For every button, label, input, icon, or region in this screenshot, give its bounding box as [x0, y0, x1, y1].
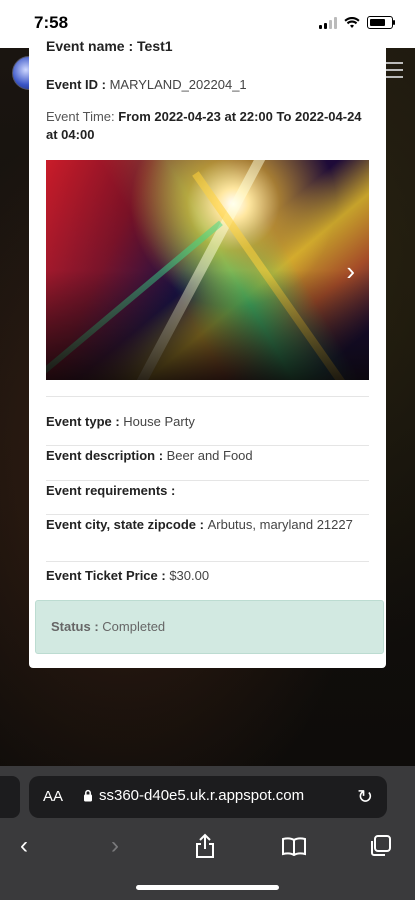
event-time-row: Event Time: From 2022-04-23 at 22:00 To … [46, 108, 366, 144]
event-price-value: $30.00 [169, 568, 210, 583]
event-location-value: Arbutus, maryland 21227 [207, 517, 353, 532]
wifi-icon [344, 16, 360, 28]
bookmarks-icon[interactable] [281, 836, 307, 856]
status-alert: Status : Completed [35, 600, 384, 654]
share-icon[interactable] [194, 833, 216, 859]
status-text: Status : Completed [51, 619, 165, 634]
url-text[interactable]: ss360-d40e5.uk.r.appspot.com [99, 787, 304, 804]
text-size-button[interactable]: AA [43, 788, 63, 805]
menu-icon[interactable] [383, 62, 403, 83]
divider [46, 396, 369, 397]
event-location-label: Event city, state zipcode : [46, 517, 208, 532]
event-name: Event name : Test1 [46, 38, 173, 54]
address-bar[interactable]: AA ss360-d40e5.uk.r.appspot.com ↻ [29, 776, 387, 818]
forward-icon[interactable]: › [111, 832, 119, 860]
signal-icon [319, 16, 337, 29]
home-indicator [136, 885, 279, 890]
event-price-row: Event Ticket Price : $30.00 [46, 567, 369, 584]
event-location-row: Event city, state zipcode : Arbutus, mar… [46, 516, 369, 533]
lock-icon [84, 789, 92, 802]
event-description-label: Event description : [46, 448, 167, 463]
status-label: Status : [51, 619, 103, 634]
status-value: Completed [102, 619, 166, 634]
chevron-right-icon[interactable]: › [346, 256, 355, 287]
event-type-value: House Party [123, 414, 195, 429]
reload-icon[interactable]: ↻ [357, 786, 373, 809]
divider [46, 514, 369, 515]
event-id-label: Event ID : [46, 77, 110, 92]
event-image-carousel[interactable]: › [46, 160, 369, 380]
back-icon[interactable]: ‹ [20, 832, 28, 860]
event-time-label: Event Time: [46, 109, 119, 124]
event-price-label: Event Ticket Price : [46, 568, 170, 583]
event-id-value: MARYLAND_202204_1 [109, 77, 247, 92]
event-type-label: Event type : [46, 414, 124, 429]
divider [46, 561, 369, 562]
divider [46, 445, 369, 446]
event-description-value: Beer and Food [166, 448, 253, 463]
previous-tab-preview[interactable] [0, 776, 20, 818]
divider [46, 480, 369, 481]
event-requirements-label: Event requirements : [46, 483, 176, 498]
status-icons [319, 16, 395, 29]
event-description-row: Event description : Beer and Food [46, 447, 369, 464]
event-type-row: Event type : House Party [46, 413, 369, 430]
tabs-icon[interactable] [369, 834, 393, 858]
event-id-row: Event ID : MARYLAND_202204_1 [46, 77, 247, 92]
event-requirements-row: Event requirements : [46, 482, 369, 499]
battery-icon [367, 16, 395, 29]
